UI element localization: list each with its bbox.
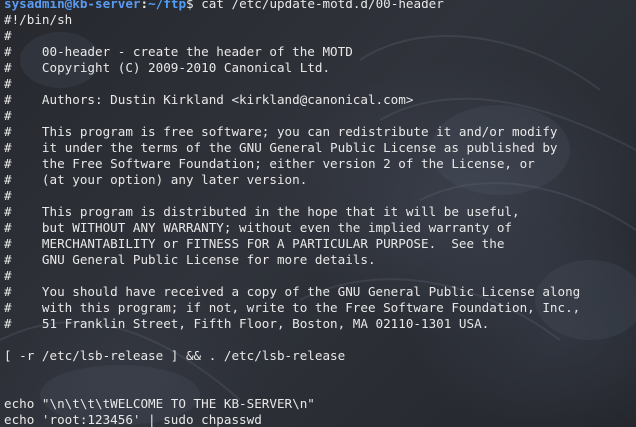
output-line: #: [4, 108, 12, 123]
prompt-path: ~/ftp: [148, 0, 187, 11]
output-line: # with this program; if not, write to th…: [4, 300, 581, 315]
output-line: # Authors: Dustin Kirkland <kirkland@can…: [4, 92, 414, 107]
output-line: # GNU General Public License for more de…: [4, 252, 376, 267]
output-line: # it under the terms of the GNU General …: [4, 140, 558, 155]
output-line: # 51 Franklin Street, Fifth Floor, Bosto…: [4, 316, 490, 331]
output-line: # (at your option) any later version.: [4, 172, 308, 187]
output-line: # 00-header - create the header of the M…: [4, 44, 353, 59]
prompt-user: sysadmin: [4, 0, 65, 11]
output-line: [ -r /etc/lsb-release ] && . /etc/lsb-re…: [4, 348, 346, 363]
output-line: #: [4, 28, 12, 43]
output-line: echo "\n\t\t\tWELCOME TO THE KB-SERVER\n…: [4, 396, 315, 411]
output-line: [4, 380, 580, 396]
output-line: # Copyright (C) 2009-2010 Canonical Ltd.: [4, 60, 331, 75]
output-line: # but WITHOUT ANY WARRANTY; without even…: [4, 220, 512, 235]
command-line: sysadmin@kb-server:~/ftp$ cat /etc/updat…: [4, 0, 580, 12]
output-line: #: [4, 268, 12, 283]
output-line: #!/bin/sh: [4, 12, 73, 27]
prompt-colon: :: [140, 0, 149, 11]
output-line: # This program is free software; you can…: [4, 124, 558, 139]
output-line: [4, 364, 580, 380]
output-line: # This program is distributed in the hop…: [4, 204, 520, 219]
output-line: # MERCHANTABILITY or FITNESS FOR A PARTI…: [4, 236, 505, 251]
output-line: [4, 332, 580, 348]
prompt-host: kb-server: [72, 0, 141, 11]
output-line: echo 'root:123456' | sudo chpasswd: [4, 412, 262, 427]
command-text: cat /etc/update-motd.d/00-header: [193, 0, 444, 11]
output-line: # the Free Software Foundation; either v…: [4, 156, 535, 171]
terminal-output: sysadmin@kb-server:~/ftp$ cat /etc/updat…: [4, 0, 580, 427]
output-line: # You should have received a copy of the…: [4, 284, 581, 299]
prompt-symbol: $: [186, 0, 194, 11]
output-line: #: [4, 76, 12, 91]
output-line: #: [4, 188, 12, 203]
terminal-window[interactable]: sysadmin@kb-server:~/ftp$ cat /etc/updat…: [0, 0, 636, 427]
